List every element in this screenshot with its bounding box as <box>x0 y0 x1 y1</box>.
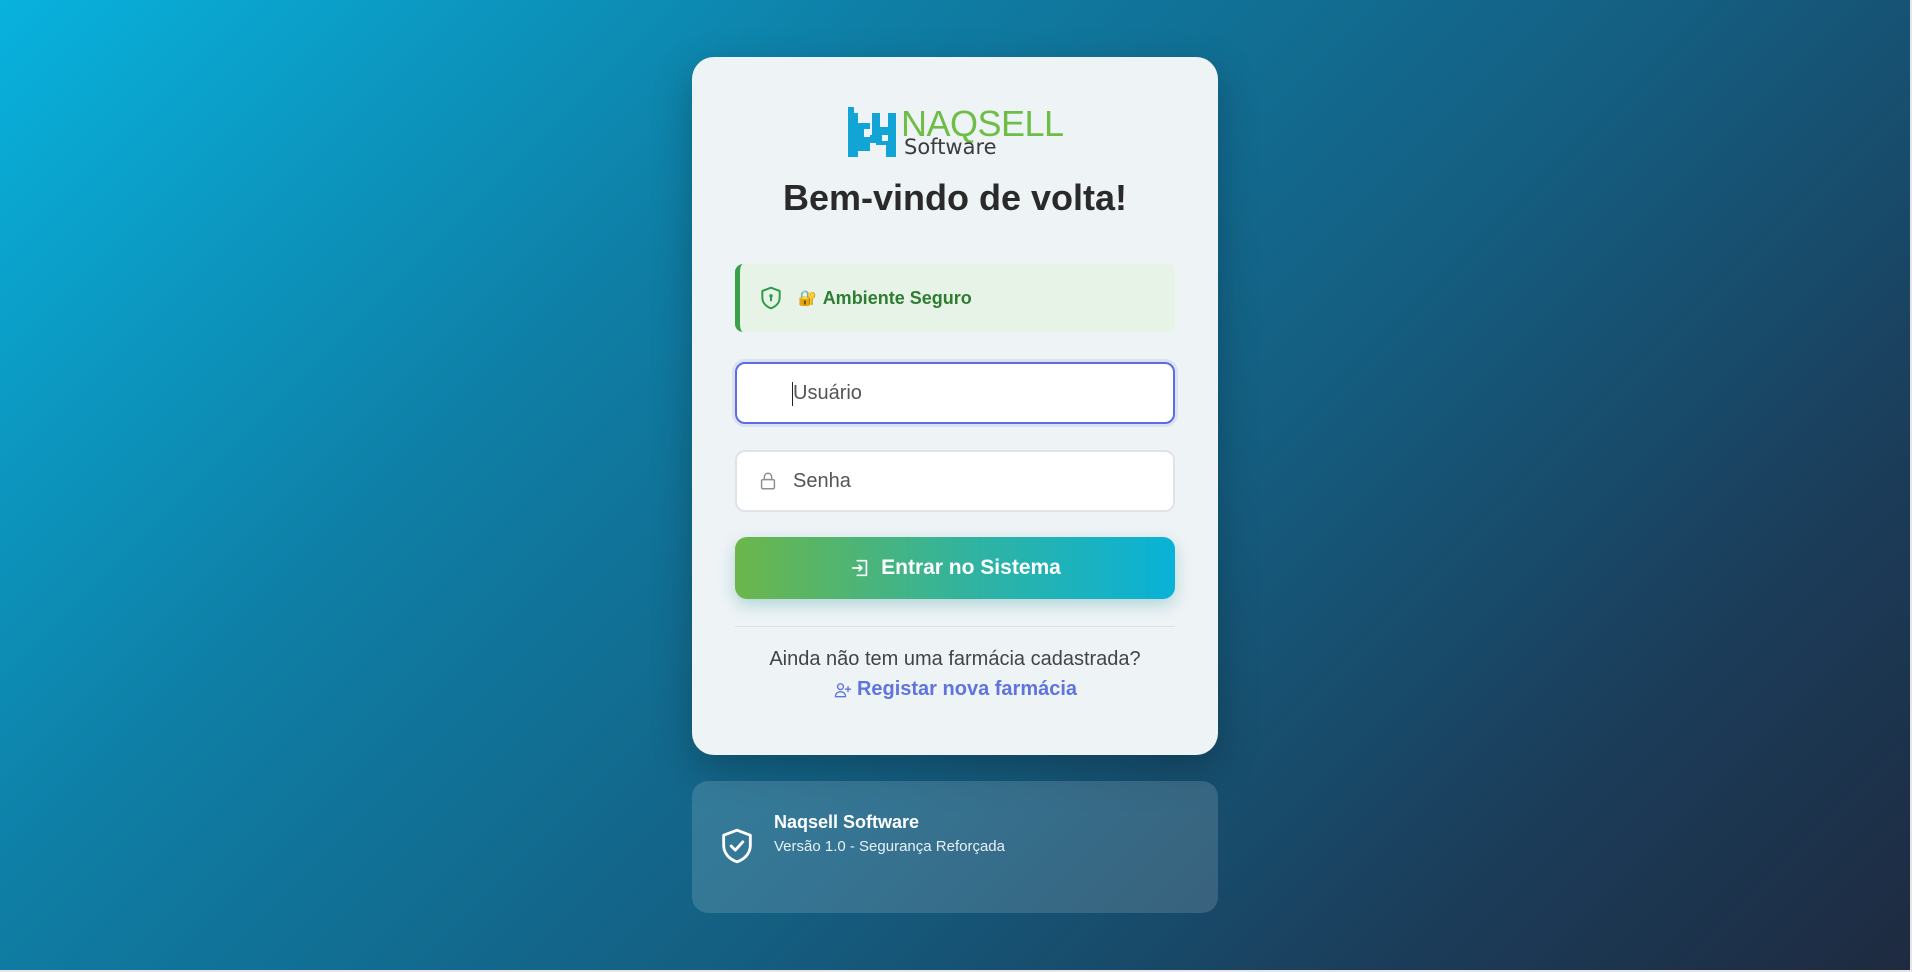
shield-alert-icon <box>761 286 781 310</box>
logo-text: NAQSELL Software <box>901 105 1066 161</box>
login-button[interactable]: Entrar no Sistema <box>735 537 1175 599</box>
register-question: Ainda não tem uma farmácia cadastrada? <box>769 648 1141 670</box>
brand-logo: NAQSELL Software <box>846 105 1066 161</box>
username-input[interactable] <box>793 364 1163 422</box>
shield-check-icon <box>722 828 752 864</box>
password-input[interactable] <box>793 452 1163 510</box>
welcome-title: Bem-vindo de volta! <box>782 177 1128 218</box>
login-icon <box>851 559 868 577</box>
register-pharmacy-link[interactable]: Registar nova farmácia <box>692 678 1218 701</box>
secure-banner-text: Ambiente Seguro <box>822 287 972 308</box>
secure-environment-banner: 🔐 Ambiente Seguro <box>735 264 1175 332</box>
logo-subtitle: Software <box>904 135 997 159</box>
register-link-label: Registar nova farmácia <box>856 678 1078 700</box>
login-button-label: Entrar no Sistema <box>881 556 1061 579</box>
password-field[interactable] <box>735 450 1175 512</box>
footer-company-name: Naqsell Software <box>774 812 920 832</box>
login-card: NAQSELL Software Bem-vindo de volta! 🔐 A… <box>692 57 1218 755</box>
footer-card: Naqsell Software Versão 1.0 - Segurança … <box>692 781 1218 913</box>
lock-emoji-icon: 🔐 <box>798 290 817 307</box>
footer-version-text: Versão 1.0 - Segurança Reforçada <box>774 838 1005 855</box>
user-plus-icon <box>834 682 852 697</box>
lock-icon <box>760 472 776 490</box>
username-field[interactable] <box>735 362 1175 424</box>
naqsell-logo-mark <box>848 107 896 157</box>
divider <box>735 626 1175 627</box>
